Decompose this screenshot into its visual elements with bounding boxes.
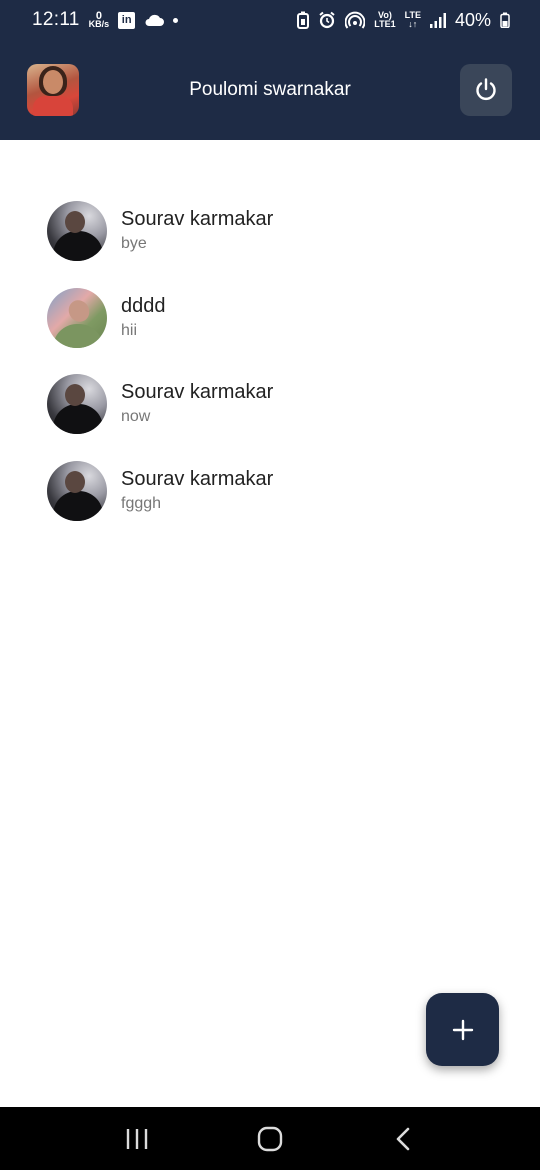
plus-icon	[452, 1019, 473, 1040]
contact-name: Sourav karmakar	[121, 467, 274, 490]
new-chat-button[interactable]	[426, 993, 499, 1066]
last-message: fgggh	[121, 494, 162, 512]
battery-percent: 40%	[454, 9, 491, 30]
signal-icon	[429, 13, 446, 28]
net-speed-indicator: 0 KB/s	[88, 11, 110, 29]
contact-name: dddd	[121, 294, 166, 317]
volte-bottom-label: LTE1	[374, 19, 396, 29]
last-message: bye	[121, 235, 147, 253]
profile-avatar[interactable]	[27, 64, 79, 116]
back-button[interactable]	[373, 1114, 433, 1164]
battery-icon	[500, 12, 510, 28]
net-speed-unit: KB/s	[88, 19, 110, 29]
hotspot-icon	[345, 11, 366, 29]
back-icon	[397, 1127, 410, 1150]
contact-name: Sourav karmakar	[121, 208, 274, 231]
screen: 12:11 0 KB/s in Vo) LTE1 LTE ↓↑ 40% Poul…	[0, 0, 540, 1170]
contact-avatar	[47, 374, 107, 435]
contact-avatar	[47, 460, 107, 521]
contact-name: Sourav karmakar	[121, 381, 274, 404]
chat-list-item[interactable]: Sourav karmakar bye	[0, 188, 540, 275]
app-header: Poulomi swarnakar	[0, 40, 540, 140]
contact-avatar	[47, 201, 107, 262]
recent-apps-button[interactable]	[107, 1114, 167, 1164]
home-button[interactable]	[240, 1114, 300, 1164]
cloud-icon	[145, 14, 165, 26]
battery-saver-icon	[297, 11, 310, 29]
system-nav-bar	[0, 1107, 540, 1170]
status-time: 12:11	[32, 9, 80, 30]
logout-button[interactable]	[460, 64, 512, 116]
alarm-icon	[319, 11, 335, 29]
last-message: now	[121, 408, 151, 426]
lte-indicator: LTE ↓↑	[405, 11, 421, 29]
volte-indicator: Vo) LTE1	[374, 11, 395, 29]
home-icon	[257, 1126, 283, 1151]
chat-list-item[interactable]: dddd hii	[0, 275, 540, 362]
lte-bottom-label: ↓↑	[408, 19, 418, 29]
notification-dot-icon	[173, 17, 179, 23]
contact-avatar	[47, 287, 107, 348]
power-icon	[476, 78, 496, 101]
last-message: hii	[121, 321, 138, 339]
chat-list-item[interactable]: Sourav karmakar fgggh	[0, 448, 540, 535]
status-bar: 12:11 0 KB/s in Vo) LTE1 LTE ↓↑ 40%	[0, 0, 540, 40]
chat-list: Sourav karmakar bye dddd hii Sourav karm…	[0, 188, 540, 534]
recent-apps-icon	[126, 1128, 147, 1149]
chat-list-item[interactable]: Sourav karmakar now	[0, 361, 540, 448]
linkedin-icon: in	[118, 11, 136, 29]
page-title: Poulomi swarnakar	[189, 79, 351, 100]
